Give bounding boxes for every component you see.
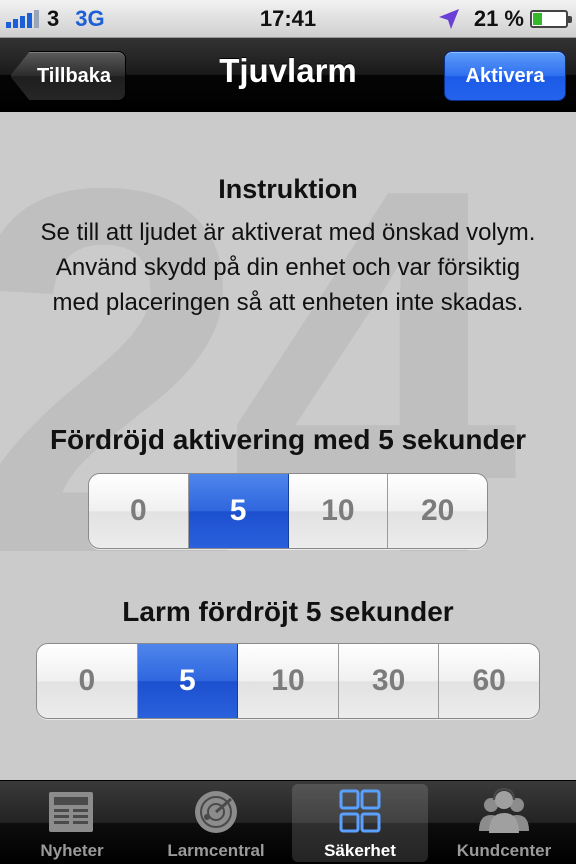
newspaper-icon: [49, 792, 93, 832]
instruction-text: Se till att ljudet är aktiverat med önsk…: [40, 219, 536, 316]
location-arrow-icon: [438, 9, 459, 29]
activation-delay-control: 0 5 10 20: [88, 473, 488, 549]
tab-label: Säkerhet: [324, 841, 396, 860]
instruction-title: Instruktion: [218, 174, 358, 204]
people-headset-icon: [479, 787, 529, 833]
activation-delay-option-0[interactable]: 0: [89, 474, 189, 548]
tab-label: Nyheter: [40, 841, 104, 860]
alarm-delay-label: Larm fördröjt 5 sekunder: [122, 596, 454, 627]
tab-sakerhet[interactable]: Säkerhet: [288, 781, 432, 864]
alarm-delay-option-0[interactable]: 0: [37, 644, 138, 718]
navigation-bar: Tillbaka Tjuvlarm Aktivera: [0, 38, 576, 112]
battery-percent: 21 %: [473, 6, 524, 31]
main-content: 24 Instruktion Se till att ljudet är akt…: [0, 112, 576, 780]
activation-delay-option-5[interactable]: 5: [188, 474, 289, 548]
tab-nyheter[interactable]: Nyheter: [0, 781, 144, 864]
status-bar: 3 3G 17:41 21 %: [0, 0, 576, 38]
grid-icon: [339, 789, 381, 833]
radar-icon: [195, 791, 237, 833]
activation-delay-label: Fördröjd aktivering med 5 sekunder: [49, 424, 527, 455]
alarm-delay-option-60[interactable]: 60: [439, 644, 539, 718]
tab-larmcentral[interactable]: Larmcentral: [144, 781, 288, 864]
alarm-delay-option-5[interactable]: 5: [137, 644, 239, 718]
tab-kundcenter[interactable]: Kundcenter: [432, 781, 576, 864]
activation-delay-option-20[interactable]: 20: [388, 474, 487, 548]
battery-icon: [530, 10, 572, 28]
alarm-delay-control: 0 5 10 30 60: [36, 643, 540, 719]
tab-bar: Nyheter Larmcentral Säkerhet Kundcenter: [0, 780, 576, 864]
alarm-delay-option-30[interactable]: 30: [338, 644, 440, 718]
tab-label: Kundcenter: [456, 841, 552, 860]
tab-label: Larmcentral: [167, 841, 265, 860]
activation-delay-option-10[interactable]: 10: [288, 474, 389, 548]
status-right: 21 %: [438, 6, 572, 32]
activate-button[interactable]: Aktivera: [444, 51, 566, 101]
alarm-delay-option-10[interactable]: 10: [238, 644, 339, 718]
